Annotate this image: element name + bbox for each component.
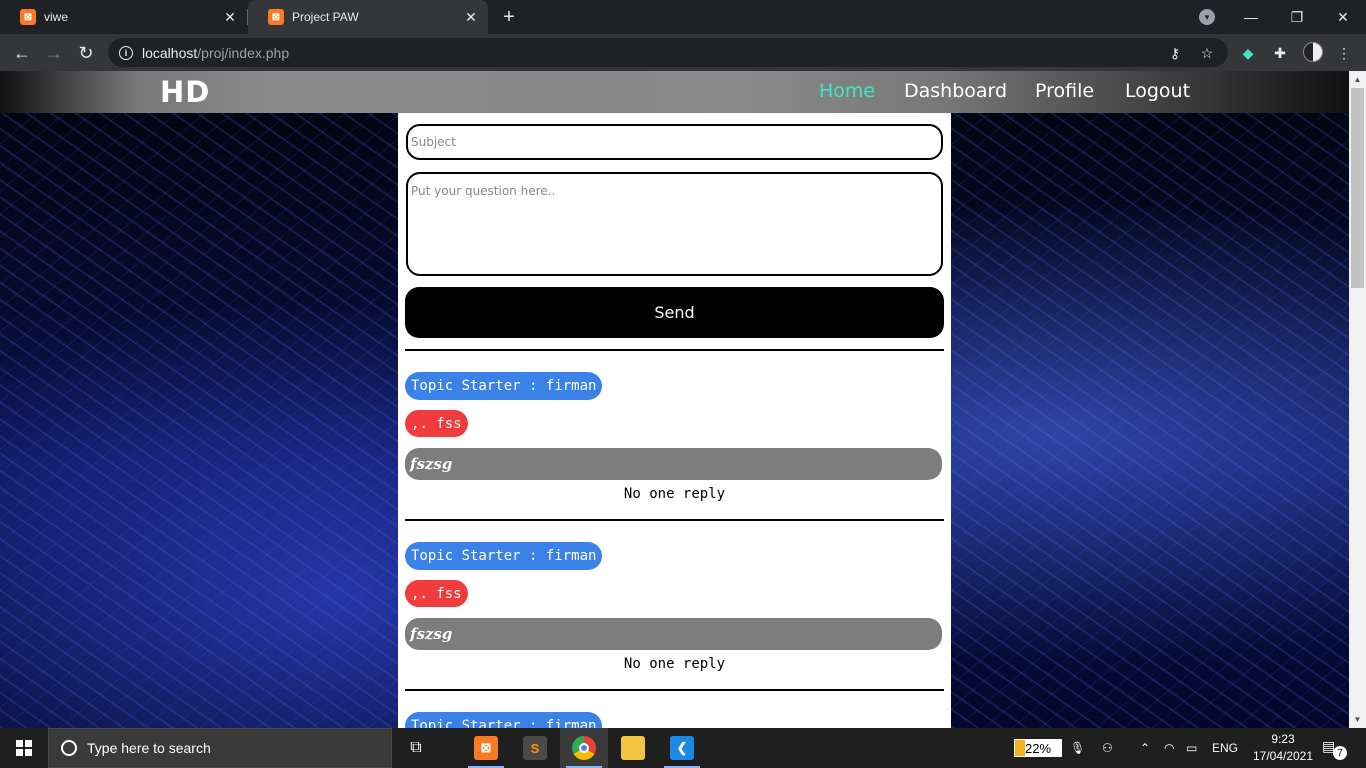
- topic-starter-badge: Topic Starter : firman: [405, 542, 603, 570]
- people-icon[interactable]: ⚇: [1102, 728, 1113, 768]
- notification-count: 7: [1333, 746, 1347, 760]
- microphone-icon[interactable]: 🎙: [1070, 728, 1085, 768]
- xampp-icon: ⊠: [20, 9, 36, 25]
- clock-date: 17/04/2021: [1252, 749, 1314, 763]
- nav-home[interactable]: Home: [819, 80, 875, 102]
- browser-tab-project-paw[interactable]: ⊠ Project PAW ✕: [248, 0, 488, 34]
- key-icon[interactable]: ⚷: [1166, 44, 1184, 62]
- search-icon: [61, 740, 77, 756]
- post-question[interactable]: fszsg: [405, 448, 942, 480]
- taskbar-sublime[interactable]: S: [511, 728, 559, 768]
- page-scrollbar[interactable]: ▲ ▼: [1349, 71, 1366, 728]
- clock-time: 9:23: [1271, 732, 1295, 746]
- xampp-icon: ⊠: [268, 9, 284, 25]
- taskbar-chrome[interactable]: [560, 728, 608, 768]
- restore-button[interactable]: ❐: [1274, 0, 1320, 34]
- reload-icon[interactable]: ↻: [74, 41, 98, 65]
- browser-tab-bar: ⊠ viwe ✕ ⊠ Project PAW ✕ + ▾ — ❐ ✕: [0, 0, 1366, 34]
- extension-icon[interactable]: ◆: [1238, 43, 1258, 63]
- tab-title: Project PAW: [292, 10, 359, 24]
- site-header: HD Home Dashboard Profile Logout: [0, 71, 1349, 113]
- tab-search-icon[interactable]: ▾: [1199, 9, 1215, 25]
- divider: [405, 349, 944, 351]
- url-host: localhost: [142, 44, 198, 61]
- puzzle-icon[interactable]: ✚: [1270, 43, 1290, 63]
- chrome-icon: [572, 736, 596, 760]
- sublime-text-icon: S: [523, 736, 547, 760]
- menu-icon[interactable]: ⋮: [1334, 43, 1354, 63]
- address-bar[interactable]: i localhost/proj/index.php ⚷ ☆: [108, 38, 1228, 67]
- nav-profile[interactable]: Profile: [1035, 80, 1094, 102]
- chevron-up-icon[interactable]: ⌃: [1140, 728, 1150, 768]
- divider: [405, 689, 944, 691]
- taskbar-xampp[interactable]: ⊠: [462, 728, 510, 768]
- forum-panel: Send Topic Starter : firman ,. fss fszsg…: [398, 113, 951, 728]
- post-question[interactable]: fszsg: [405, 618, 942, 650]
- post-subject-badge: ,. fss: [405, 580, 468, 607]
- taskbar-file-explorer[interactable]: [609, 728, 657, 768]
- minimize-button[interactable]: —: [1228, 0, 1274, 34]
- language-indicator[interactable]: ENG: [1212, 728, 1238, 768]
- divider: [405, 519, 944, 521]
- browser-toolbar: ← → ↻ i localhost/proj/index.php ⚷ ☆ ◆ ✚…: [0, 34, 1366, 71]
- send-button[interactable]: Send: [405, 287, 944, 338]
- start-button[interactable]: [0, 728, 48, 768]
- taskbar-search[interactable]: Type here to search: [48, 728, 392, 768]
- close-tab-icon[interactable]: ✕: [462, 8, 480, 26]
- reply-status: No one reply: [623, 656, 726, 672]
- close-window-button[interactable]: ✕: [1320, 0, 1366, 34]
- scroll-down-icon[interactable]: ▼: [1349, 711, 1366, 728]
- close-tab-icon[interactable]: ✕: [221, 8, 239, 26]
- reply-status: No one reply: [623, 486, 726, 502]
- taskbar-search-placeholder: Type here to search: [87, 740, 211, 756]
- xampp-icon: ⊠: [474, 736, 498, 760]
- bookmark-star-icon[interactable]: ☆: [1198, 44, 1216, 62]
- windows-taskbar: Type here to search ⧉ ⊠ S ❮ 22% 🎙 ⚇ ⌃ ◠ …: [0, 728, 1366, 768]
- nav-logout[interactable]: Logout: [1125, 80, 1190, 102]
- topic-starter-badge: Topic Starter : firman: [405, 372, 603, 400]
- tab-title: viwe: [44, 10, 69, 24]
- windows-logo-icon: [16, 740, 32, 756]
- task-view-icon: ⧉: [410, 739, 422, 756]
- url-path: /proj/index.php: [197, 44, 290, 61]
- scrollbar-thumb[interactable]: [1351, 88, 1364, 288]
- taskbar-vscode[interactable]: ❮: [658, 728, 706, 768]
- nav-dashboard[interactable]: Dashboard: [904, 80, 1007, 102]
- vscode-icon: ❮: [670, 736, 694, 760]
- task-view-button[interactable]: ⧉: [392, 728, 440, 768]
- browser-tab-viwe[interactable]: ⊠ viwe ✕: [0, 0, 247, 34]
- question-textarea[interactable]: [406, 172, 943, 276]
- site-logo[interactable]: HD: [160, 75, 210, 109]
- battery-icon[interactable]: ▭: [1186, 728, 1197, 768]
- back-icon[interactable]: ←: [10, 41, 34, 65]
- battery-indicator[interactable]: 22%: [1014, 739, 1062, 757]
- post-subject-badge: ,. fss: [405, 410, 468, 437]
- topic-starter-badge: Topic Starter : firman: [405, 712, 603, 728]
- site-info-icon[interactable]: i: [119, 45, 133, 60]
- folder-icon: [621, 736, 645, 760]
- notification-center-icon[interactable]: ▤ 7: [1322, 738, 1347, 760]
- page-viewport: HD Home Dashboard Profile Logout Send To…: [0, 71, 1349, 728]
- clock[interactable]: 9:23 17/04/2021: [1246, 731, 1320, 765]
- profile-avatar[interactable]: [1303, 42, 1323, 62]
- new-tab-button[interactable]: +: [498, 6, 520, 28]
- scroll-up-icon[interactable]: ▲: [1349, 71, 1366, 88]
- wifi-icon[interactable]: ◠: [1164, 728, 1174, 768]
- forward-icon[interactable]: →: [42, 41, 66, 65]
- subject-input[interactable]: [406, 124, 943, 160]
- url-text[interactable]: localhost/proj/index.php: [142, 45, 289, 61]
